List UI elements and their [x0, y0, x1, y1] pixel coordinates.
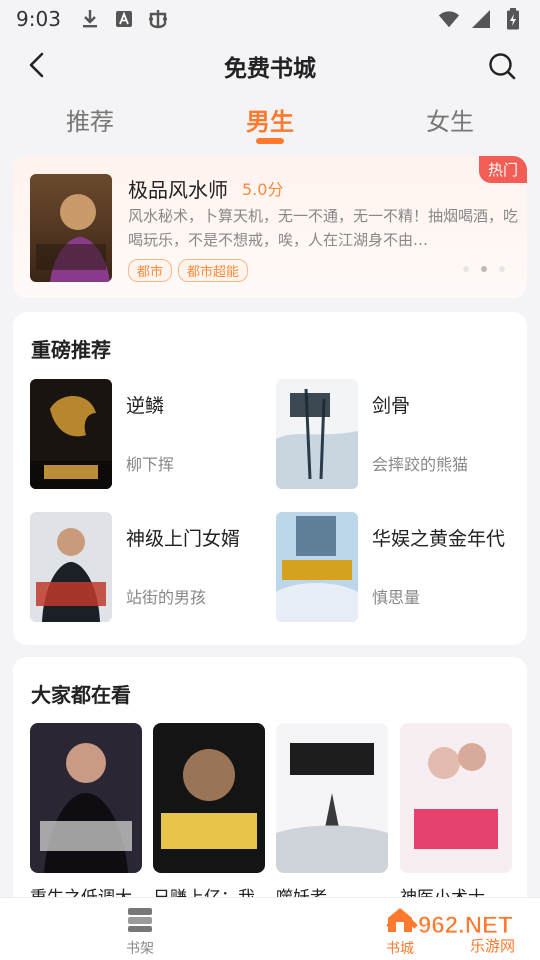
book-cover	[276, 512, 358, 622]
book-title: 神级上门女婿	[126, 528, 241, 550]
book-author: 会摔跤的熊猫	[372, 455, 469, 474]
book-title: 剑骨	[372, 395, 411, 417]
book-cover	[153, 723, 265, 873]
bookshelf-icon	[125, 906, 155, 934]
book-cover[interactable]	[30, 174, 112, 282]
book-item[interactable]: 华娱之黄金年代 慎思量	[276, 512, 516, 622]
book-cover	[276, 723, 388, 873]
chevron-left-icon	[29, 52, 44, 78]
hot-book-banner[interactable]: 热门 极品风水师 5.0分 风水秘术，卜算天机，无一不通，无一不精！抽烟喝酒，吃…	[13, 156, 527, 298]
header: 免费书城	[0, 38, 540, 94]
book-item[interactable]: 神医小术士	[400, 723, 512, 908]
book-cover	[30, 379, 112, 489]
hot-book-tags: 都市 都市超能	[128, 259, 249, 282]
tag[interactable]: 都市超能	[178, 259, 249, 282]
tab-male[interactable]: 男生	[210, 96, 330, 144]
hot-book-score: 5.0分	[242, 180, 284, 199]
book-cover	[30, 723, 142, 873]
hot-book-title: 极品风水师	[128, 178, 228, 202]
page-title: 免费书城	[224, 56, 316, 82]
search-button[interactable]	[486, 50, 518, 82]
book-item[interactable]: 日赚上亿：我	[153, 723, 265, 908]
watermark-text: 962.NET	[418, 912, 513, 939]
status-time: 9:03	[16, 7, 61, 31]
watermark-subtext: 乐游网	[470, 937, 515, 955]
book-item[interactable]: 噬妖者	[276, 723, 388, 908]
hot-badge: 热门	[478, 156, 527, 183]
popular-section: 大家都在看 重生之低调大 日赚上亿：我	[13, 657, 527, 917]
wifi-icon	[438, 8, 460, 30]
book-author: 柳下挥	[126, 455, 175, 474]
status-icons-left	[79, 8, 169, 30]
book-cover	[276, 379, 358, 489]
book-cover	[400, 723, 512, 873]
book-item[interactable]: 重生之低调大	[30, 723, 142, 908]
status-bar: 9:03	[0, 0, 540, 38]
book-item[interactable]: 剑骨 会摔跤的熊猫	[276, 379, 516, 489]
tab-female[interactable]: 女生	[390, 96, 510, 137]
carousel-dot	[481, 266, 487, 272]
hot-book-description: 风水秘术，卜算天机，无一不通，无一不精！抽烟喝酒，吃喝玩乐，不是不想戒，唉，人在…	[128, 207, 518, 249]
status-icons-right	[438, 8, 524, 30]
book-title: 逆鳞	[126, 395, 165, 417]
signal-icon	[470, 8, 492, 30]
download-icon	[79, 8, 101, 30]
watermark-logo: 962.NET 乐游网	[384, 905, 534, 955]
featured-section: 重磅推荐 逆鳞 柳下挥 剑骨 会摔跤的熊猫 神级上门女婿 站街的男孩 华娱之黄金…	[13, 312, 527, 645]
carousel-dot	[463, 266, 469, 272]
book-author: 慎思量	[372, 588, 421, 607]
back-button[interactable]	[22, 50, 52, 80]
a-app-icon	[113, 8, 135, 30]
book-cover	[30, 512, 112, 622]
tab-recommend[interactable]: 推荐	[30, 96, 150, 137]
book-item[interactable]: 神级上门女婿 站街的男孩	[30, 512, 270, 622]
book-author: 站街的男孩	[126, 588, 207, 607]
section-title: 大家都在看	[31, 683, 131, 707]
book-title: 华娱之黄金年代	[372, 528, 506, 550]
nav-bookshelf[interactable]: 书架	[100, 906, 180, 958]
book-item[interactable]: 逆鳞 柳下挥	[30, 379, 270, 489]
search-icon	[489, 53, 516, 80]
tag[interactable]: 都市	[128, 259, 173, 282]
section-title: 重磅推荐	[31, 338, 111, 362]
carousel-dot	[499, 266, 505, 272]
battery-icon	[502, 8, 524, 30]
carousel-dots	[463, 266, 505, 272]
bug-icon	[147, 8, 169, 30]
nav-label: 书架	[126, 941, 154, 957]
category-tabs: 推荐 男生 女生	[0, 96, 540, 146]
